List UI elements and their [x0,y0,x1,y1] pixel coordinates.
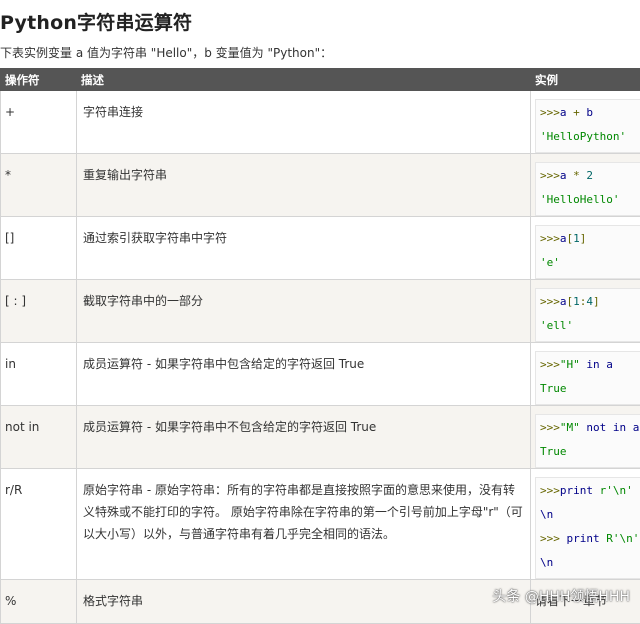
code-token: b [586,106,593,119]
code-block: >>>"M" not in a True [535,414,640,468]
example-cell: >>>print r'\n'\n>>> print R'\n'\n [531,469,640,580]
code-token: ] [593,295,600,308]
code-token: a [560,232,567,245]
code-token: 2 [586,169,593,182]
code-prompt: >>> [540,106,560,119]
intro-text: 下表实例变量 a 值为字符串 "Hello"，b 变量值为 "Python"： [0,44,332,61]
header-example: 实例 [531,69,640,91]
code-token: print [567,532,607,545]
code-token: 4 [586,295,593,308]
code-prompt: >>> [540,484,560,497]
code-token: ] [580,232,587,245]
code-prompt: >>> [540,232,560,245]
code-token: print [560,484,600,497]
description-cell: 截取字符串中的一部分 [77,280,531,343]
code-prompt: >>> [540,532,567,545]
watermark: 头条 @HHH领悟HHH [492,586,630,606]
code-output: 'HelloPython' [540,130,626,143]
table-header-row: 操作符 描述 实例 [1,69,640,91]
code-prompt: >>> [540,169,560,182]
code-token: r'\n' [600,484,633,497]
code-token: 1 [573,232,580,245]
operator-cell: not in [1,406,77,469]
code-output: 'HelloHello' [540,193,619,206]
code-output: 'e' [540,256,560,269]
page-title: Python字符串运算符 [0,8,192,35]
table-row: in 成员运算符 - 如果字符串中包含给定的字符返回 True >>>"H" i… [1,343,640,406]
description-cell: 格式字符串 [77,580,531,624]
code-block: >>>a[1:4]'ell' [535,288,640,342]
code-token: "H" [560,358,580,371]
description-cell: 成员运算符 - 如果字符串中不包含给定的字符返回 True [77,406,531,469]
operator-cell: [ : ] [1,280,77,343]
table-row: + 字符串连接 >>>a + b 'HelloPython' [1,91,640,154]
code-block: >>>a[1]'e' [535,225,640,279]
code-output: True [540,382,567,395]
code-token: in [580,358,607,371]
code-block: >>>"H" in a True [535,351,640,405]
code-token: * [567,169,587,182]
description-cell: 原始字符串 - 原始字符串：所有的字符串都是直接按照字面的意思来使用，没有转义特… [77,469,531,580]
table-row: * 重复输出字符串 >>>a * 2 'HelloHello' [1,154,640,217]
code-token: a [560,295,567,308]
description-cell: 重复输出字符串 [77,154,531,217]
code-token: a [633,421,640,434]
code-token: a [560,169,567,182]
code-token: a [606,358,613,371]
example-cell: >>>"M" not in a True [531,406,640,469]
code-output: \n [540,508,553,521]
example-cell: >>>"H" in a True [531,343,640,406]
code-block: >>>a + b 'HelloPython' [535,99,640,153]
table-row: not in 成员运算符 - 如果字符串中不包含给定的字符返回 True >>>… [1,406,640,469]
code-output: 'ell' [540,319,573,332]
description-cell: 通过索引获取字符串中字符 [77,217,531,280]
code-prompt: >>> [540,421,560,434]
code-token: + [567,106,587,119]
code-token: R'\n' [606,532,639,545]
code-prompt: >>> [540,295,560,308]
code-output: \n [540,556,553,569]
code-output: True [540,445,567,458]
description-cell: 成员运算符 - 如果字符串中包含给定的字符返回 True [77,343,531,406]
code-prompt: >>> [540,358,560,371]
operator-cell: r/R [1,469,77,580]
code-block: >>>a * 2 'HelloHello' [535,162,640,216]
operator-cell: [] [1,217,77,280]
code-token: not in [580,421,633,434]
table-row: [ : ] 截取字符串中的一部分 >>>a[1:4]'ell' [1,280,640,343]
code-token: a [560,106,567,119]
header-description: 描述 [77,69,531,91]
code-block: >>>print r'\n'\n>>> print R'\n'\n [535,477,640,579]
table-row: r/R 原始字符串 - 原始字符串：所有的字符串都是直接按照字面的意思来使用，没… [1,469,640,580]
table-row: [] 通过索引获取字符串中字符 >>>a[1]'e' [1,217,640,280]
description-cell: 字符串连接 [77,91,531,154]
operator-cell: % [1,580,77,624]
example-cell: >>>a[1]'e' [531,217,640,280]
operator-cell: * [1,154,77,217]
example-cell: >>>a[1:4]'ell' [531,280,640,343]
operator-cell: + [1,91,77,154]
example-cell: >>>a + b 'HelloPython' [531,91,640,154]
operator-cell: in [1,343,77,406]
code-token: 1 [573,295,580,308]
operators-table: 操作符 描述 实例 + 字符串连接 >>>a + b'HelloPython' … [0,68,640,624]
header-operator: 操作符 [1,69,77,91]
example-cell: >>>a * 2 'HelloHello' [531,154,640,217]
code-token: "M" [560,421,580,434]
